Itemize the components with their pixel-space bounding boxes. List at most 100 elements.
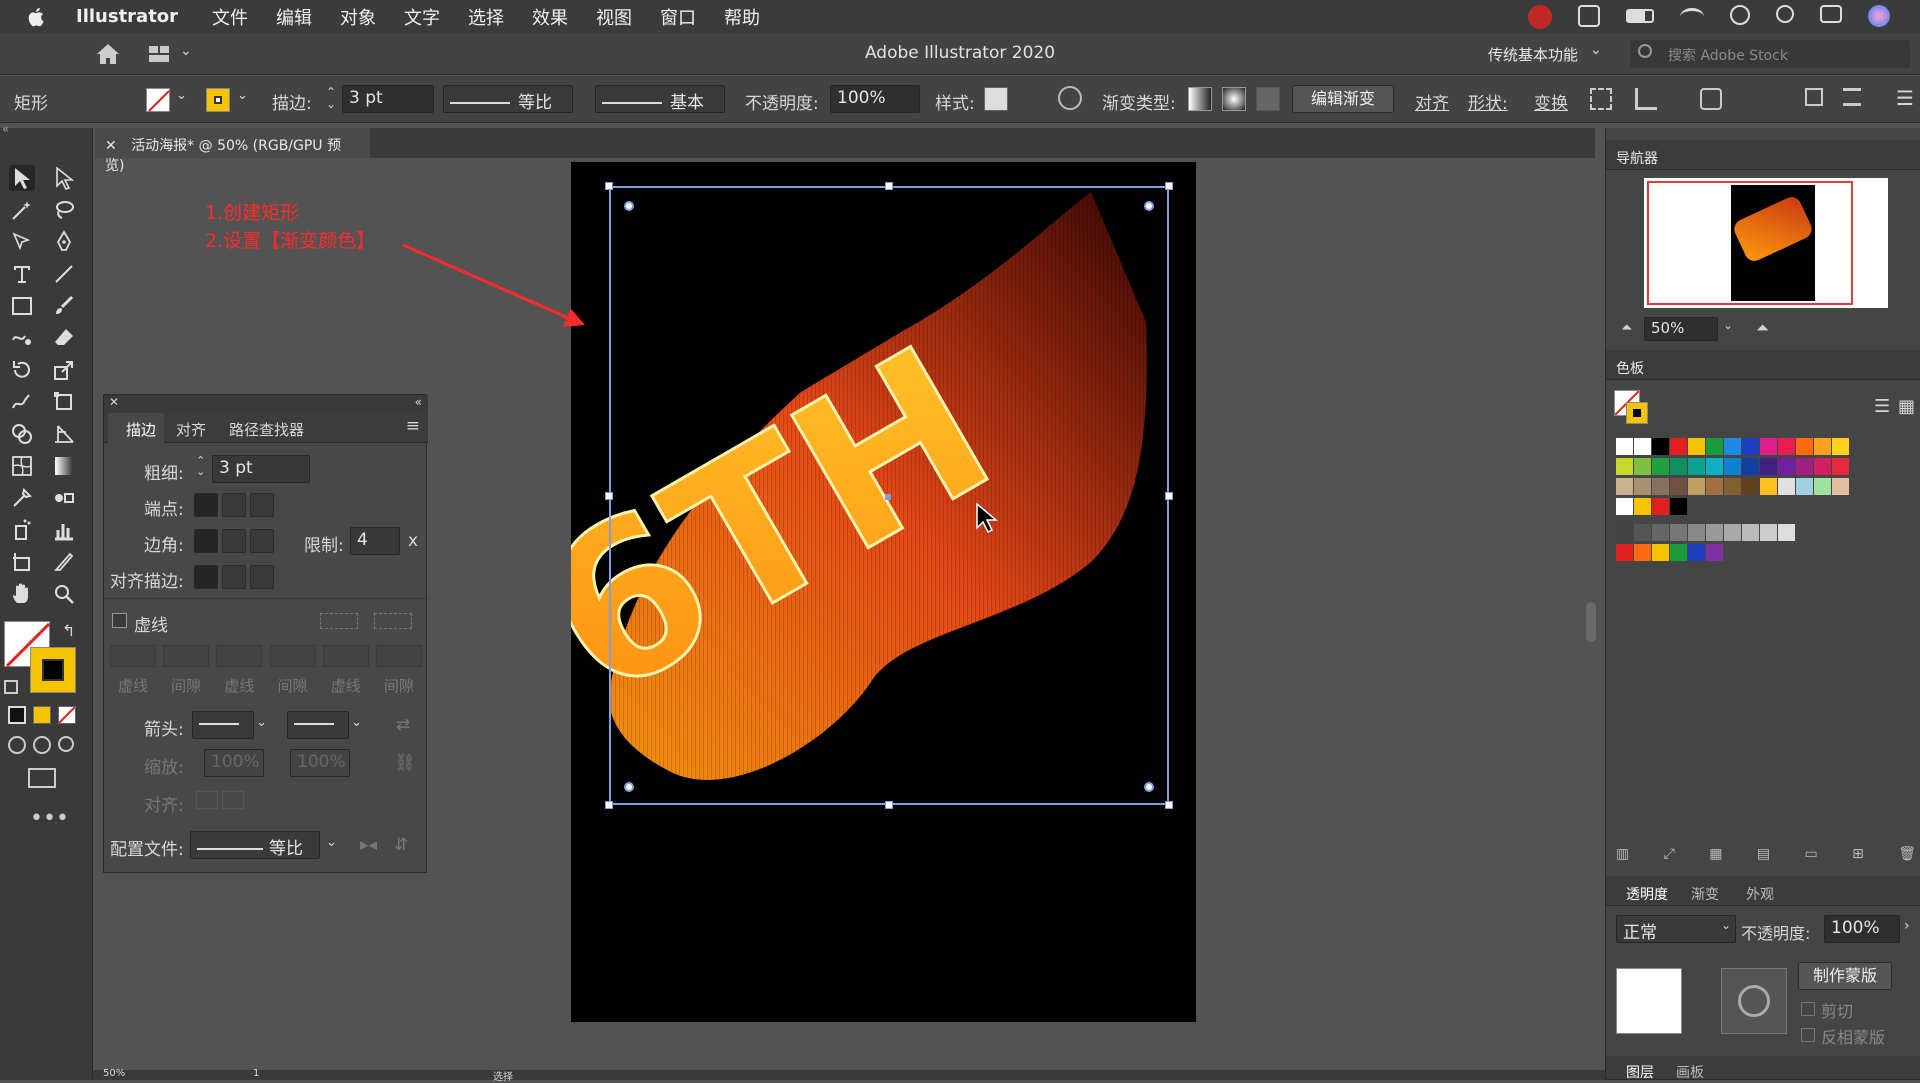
line-segment-tool[interactable] (51, 261, 77, 287)
slice-tool[interactable] (51, 549, 77, 575)
grid-view-icon[interactable]: ▦ (1898, 396, 1915, 417)
projecting-cap-button[interactable] (250, 493, 274, 517)
isolate-icon[interactable] (1590, 88, 1612, 110)
apple-icon[interactable] (22, 6, 52, 28)
menu-window[interactable]: 窗口 (660, 4, 696, 30)
color-swatch[interactable] (1616, 478, 1633, 495)
color-swatch[interactable] (1706, 544, 1723, 561)
chevron-down-icon[interactable]: ⌄ (1590, 42, 1602, 58)
color-swatch[interactable] (1796, 438, 1813, 455)
resize-handle[interactable] (605, 801, 613, 809)
draw-inside-icon[interactable] (58, 736, 74, 752)
dashed-line-checkbox[interactable] (112, 613, 127, 628)
column-graph-tool[interactable] (51, 517, 77, 543)
color-swatch[interactable] (1778, 438, 1795, 455)
navigator-preview[interactable] (1644, 178, 1888, 308)
symbol-sprayer-tool[interactable] (9, 517, 35, 543)
color-swatch[interactable] (1724, 438, 1741, 455)
status-zoom[interactable]: 50% (103, 1068, 125, 1079)
swatch-library-icon[interactable]: ▥ (1616, 846, 1629, 862)
align-inside-button[interactable] (222, 565, 246, 589)
color-swatch[interactable] (1652, 458, 1669, 475)
resize-handle[interactable] (1165, 801, 1173, 809)
color-swatch[interactable] (1652, 544, 1669, 561)
tab-artboards[interactable]: 画板 (1676, 1062, 1704, 1082)
eyedropper-tool[interactable] (9, 485, 35, 511)
color-swatch[interactable] (1742, 458, 1759, 475)
color-swatch[interactable] (1688, 458, 1705, 475)
color-swatch[interactable] (1670, 544, 1687, 561)
corner-widget[interactable] (624, 201, 634, 211)
color-swatch[interactable] (1616, 544, 1633, 561)
show-kinds-icon[interactable]: ▦ (1709, 846, 1722, 862)
stroke-weight-input[interactable]: 3 pt (342, 85, 434, 113)
shaper-tool[interactable] (9, 325, 35, 351)
tab-stroke[interactable]: 描边 (108, 413, 164, 443)
color-swatch[interactable] (1688, 438, 1705, 455)
stepper-icon[interactable]: ⌃ ⌄ (326, 86, 336, 110)
color-swatch[interactable] (1670, 498, 1687, 515)
app-name[interactable]: Illustrator (76, 6, 178, 27)
round-join-button[interactable] (222, 529, 246, 553)
perspective-grid-tool[interactable] (51, 421, 77, 447)
resize-handle[interactable] (1165, 492, 1173, 500)
close-tab-icon[interactable]: ✕ (105, 138, 117, 154)
color-swatch[interactable] (1742, 478, 1759, 495)
color-swatch[interactable] (1796, 458, 1813, 475)
mesh-tool[interactable] (9, 453, 35, 479)
zoom-in-icon[interactable]: ⏶ (1756, 318, 1769, 338)
control-center-icon[interactable] (1820, 5, 1842, 23)
swatch-options-icon[interactable]: ▤ (1757, 846, 1770, 862)
scrollbar-thumb[interactable] (1586, 602, 1596, 642)
flip-along-icon[interactable]: ▸◂ (360, 835, 377, 855)
color-swatch[interactable] (1832, 438, 1849, 455)
color-swatch[interactable] (1670, 478, 1687, 495)
edit-gradient-button[interactable]: 编辑渐变 (1292, 85, 1394, 113)
scale-tool[interactable] (51, 357, 77, 383)
freeform-gradient-icon[interactable] (1256, 87, 1280, 111)
color-swatch[interactable] (1616, 438, 1633, 455)
collapse-toolbar-icon[interactable]: « (2, 122, 9, 136)
miter-join-button[interactable] (194, 529, 218, 553)
recolor-artwork-icon[interactable] (1058, 86, 1082, 110)
bevel-join-button[interactable] (250, 529, 274, 553)
siri-icon[interactable] (1868, 5, 1890, 27)
color-swatch[interactable] (1760, 438, 1777, 455)
shape-link[interactable]: 形状: (1468, 89, 1508, 114)
color-swatch[interactable] (1688, 544, 1705, 561)
make-mask-button[interactable]: 制作蒙版 (1798, 962, 1892, 990)
color-swatch[interactable] (1724, 478, 1741, 495)
user-icon[interactable] (1730, 5, 1750, 25)
stroke-color-swatch[interactable] (206, 88, 230, 112)
color-swatch[interactable] (1760, 458, 1777, 475)
color-swatch[interactable] (1724, 458, 1741, 475)
zoom-tool[interactable] (51, 581, 77, 607)
menu-select[interactable]: 选择 (468, 4, 504, 30)
end-scale-input[interactable]: 100% (290, 749, 350, 777)
document-tab[interactable]: ✕ 活动海报* @ 50% (RGB/GPU 预览) (95, 128, 370, 174)
eraser-tool[interactable] (51, 325, 77, 351)
chevron-right-icon[interactable]: › (1904, 918, 1910, 934)
color-swatch[interactable] (1634, 478, 1651, 495)
color-swatch[interactable] (1706, 524, 1723, 541)
wifi-icon[interactable] (1680, 8, 1704, 26)
fill-none-swatch[interactable] (146, 88, 170, 112)
limit-input[interactable]: 4 (350, 527, 400, 555)
corner-widget[interactable] (1144, 782, 1154, 792)
direct-selection-tool[interactable] (51, 165, 77, 191)
arrow-tip-on-icon[interactable] (222, 791, 244, 809)
clip-checkbox[interactable] (1801, 1002, 1815, 1016)
mask-thumbnail[interactable] (1721, 968, 1787, 1034)
navigator-zoom-input[interactable]: 50% (1644, 317, 1718, 341)
zoom-out-icon[interactable]: ⏶ (1621, 320, 1632, 336)
status-page[interactable]: 1 (253, 1068, 259, 1079)
menu-object[interactable]: 对象 (340, 4, 376, 30)
stroke-indicator[interactable] (30, 647, 76, 693)
stock-search-field[interactable]: 搜索 Adobe Stock (1630, 40, 1910, 68)
menu-edit[interactable]: 编辑 (276, 4, 312, 30)
draw-behind-icon[interactable] (33, 736, 51, 754)
chevron-down-icon[interactable]: ⌄ (256, 715, 267, 730)
add-to-library-icon[interactable]: ⤢ (1664, 846, 1675, 862)
corner-widget[interactable] (1144, 201, 1154, 211)
navigator-title[interactable]: 导航器 (1616, 148, 1658, 168)
